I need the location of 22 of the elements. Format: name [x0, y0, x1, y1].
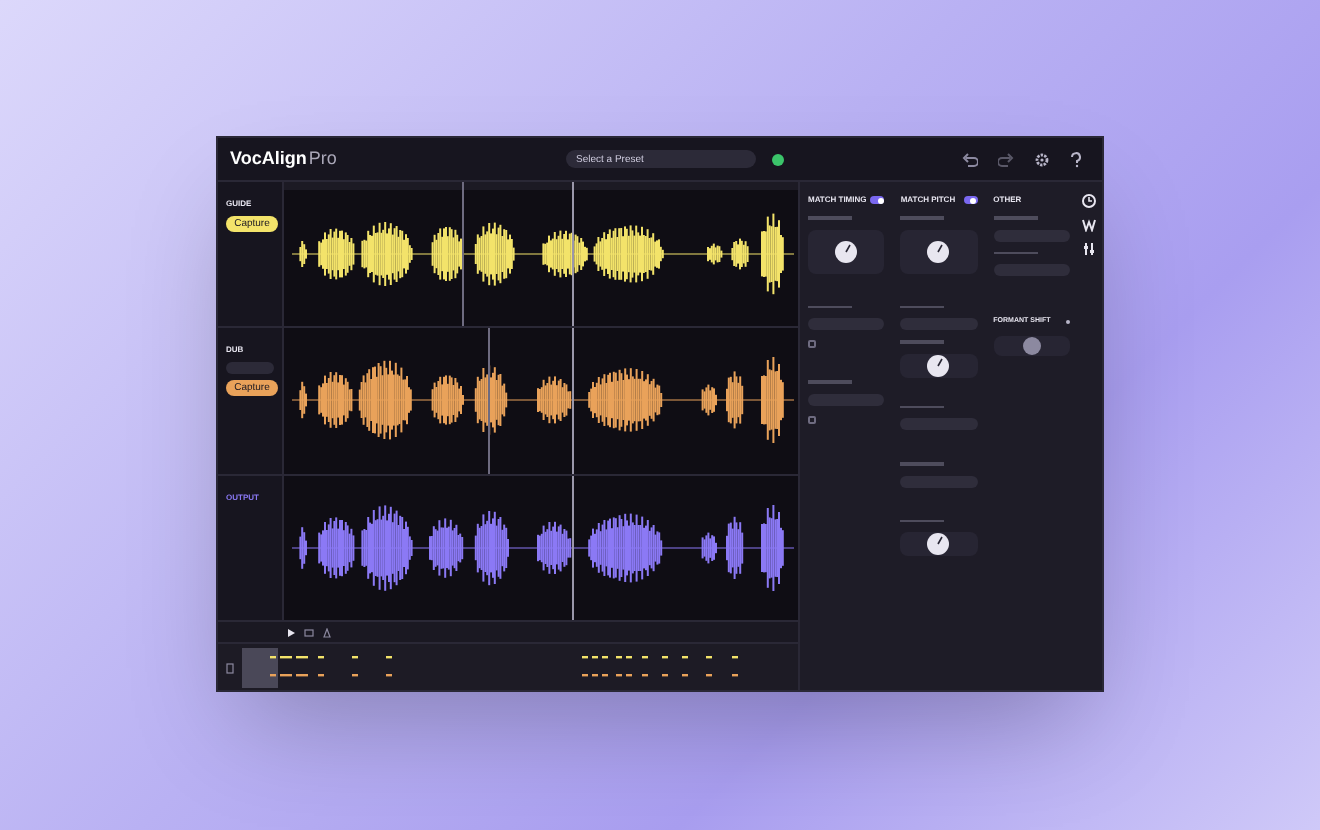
- clock-icon: [1082, 194, 1097, 208]
- redo-icon: [998, 151, 1014, 167]
- sliders-icon: [1082, 242, 1097, 256]
- track-dropdown[interactable]: [226, 362, 274, 375]
- knob-icon: [834, 239, 859, 263]
- trash-icon: [226, 661, 234, 673]
- wave-icon: [1082, 218, 1097, 232]
- checkbox[interactable]: [808, 415, 816, 423]
- settings-icon: [1034, 151, 1050, 167]
- play-icon: [286, 627, 296, 637]
- undo-icon: [962, 151, 978, 167]
- app-edition: Pro: [308, 145, 337, 172]
- toggle-switch[interactable]: [870, 196, 885, 204]
- status-ok-icon: [772, 153, 784, 165]
- loop-icon: [304, 627, 314, 637]
- knob-icon: [1021, 336, 1042, 357]
- app-name: VocAlign: [230, 145, 307, 172]
- help-icon: [1070, 151, 1082, 167]
- knob-icon: [926, 239, 951, 263]
- checkbox[interactable]: [808, 340, 816, 348]
- metronome-icon: [322, 627, 332, 637]
- toggle-switch[interactable]: [963, 196, 978, 204]
